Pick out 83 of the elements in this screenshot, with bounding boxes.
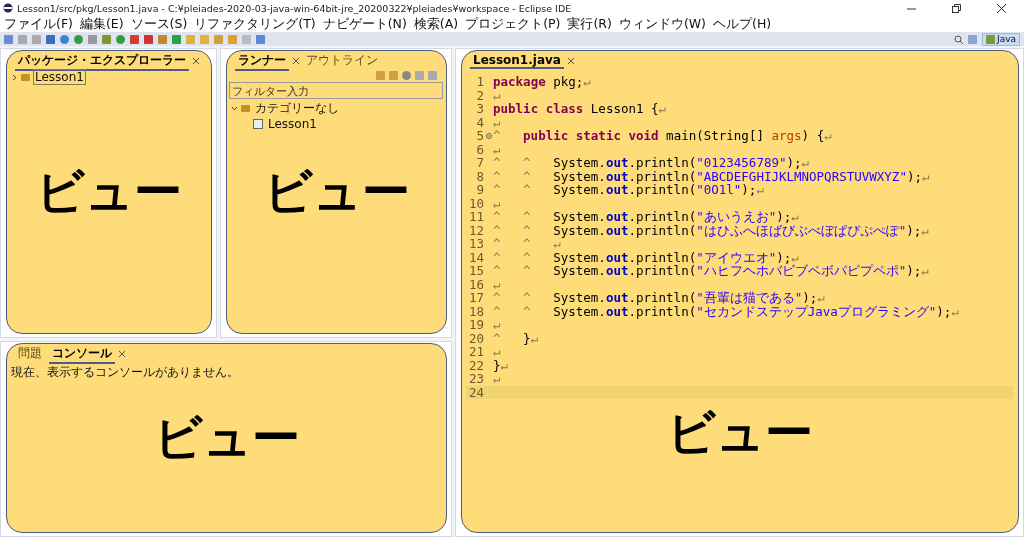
line-number: 11 (467, 210, 485, 224)
tree-item[interactable]: カテゴリーなし (253, 98, 341, 118)
code-line: ^ ^ System.out.println("ABCDEFGHIJKLMNOPQRSTUVWXYZ");↵ (493, 169, 930, 183)
menu-item[interactable]: 編集(E) (79, 15, 124, 33)
menu-item[interactable]: ファイル(F) (4, 15, 73, 33)
code-line: ^ ^ System.out.println("吾輩は猫である");↵ (493, 291, 825, 305)
line-number: 1 (475, 75, 485, 89)
line-number: 17 (467, 291, 485, 305)
view-tab[interactable]: 問題 (15, 344, 45, 364)
menu-item[interactable]: 実行(R) (567, 15, 612, 33)
menu-item[interactable]: プロジェクト(P) (465, 15, 561, 33)
line-number: 23 (467, 372, 485, 386)
close-icon[interactable] (997, 3, 1006, 13)
line-number: 6 (475, 142, 485, 156)
menu-item[interactable]: リファクタリング(T) (194, 15, 316, 33)
line-number: 20 (467, 331, 485, 345)
code-line: ↵ (493, 142, 501, 156)
code-line: ^ ^ System.out.println("0123456789");↵ (493, 156, 810, 170)
line-number: 12 (467, 223, 485, 237)
code-line: ^ ^ System.out.println("はひふへほばびぶべぼぱぴぷぺぽ");↵ (493, 223, 929, 237)
chevron-down-icon[interactable] (231, 104, 238, 112)
line-number: 10 (467, 196, 485, 210)
tree-item[interactable]: Lesson1 (33, 69, 86, 85)
view-tab[interactable]: アウトライン (303, 51, 381, 71)
console-message: 現在、表示するコンソールがありません。 (10, 364, 240, 381)
menu-item[interactable]: ナビゲート(N) (322, 15, 407, 33)
view-label: ビュー (667, 403, 813, 462)
line-number: 7 (475, 156, 485, 170)
line-number: 14 (467, 250, 485, 264)
close-icon[interactable] (293, 58, 299, 64)
filter-field[interactable]: フィルター入力 (229, 82, 443, 99)
code-line: ^ ^ System.out.println("ハヒフヘホバビブベボパピプペポ");↵ (493, 264, 929, 278)
line-number: 5 (475, 129, 485, 143)
line-number: 16 (467, 277, 485, 291)
line-number: 18 (467, 304, 485, 318)
view-tab[interactable]: コンソール (49, 344, 115, 364)
menu-item[interactable]: 検索(A) (413, 15, 459, 33)
code-line: public class Lesson1 {↵ (493, 102, 667, 116)
perspective-button[interactable]: Java (982, 32, 1020, 46)
code-line: ↵ (493, 88, 501, 102)
line-number: 4 (475, 115, 485, 129)
code-line: ^ ^ System.out.println("アイウエオ");↵ (493, 250, 799, 264)
editor-tab[interactable]: Lesson1.java (470, 53, 564, 69)
code-line: ^ ^ ↵ (493, 237, 561, 251)
menu-item[interactable]: ヘルプ(H) (713, 15, 772, 33)
code-line: ↵ (493, 277, 501, 291)
view-tab[interactable]: ランナー (235, 51, 289, 71)
code-line: ^ ^ System.out.println("セカンドステップJavaプログラミング");↵ (493, 304, 959, 318)
menu-item[interactable]: ウィンドウ(W) (618, 15, 706, 33)
view-tab[interactable]: パッケージ・エクスプローラー (15, 51, 189, 71)
chevron-right-icon[interactable] (11, 73, 18, 81)
line-number: 19 (467, 318, 485, 332)
eclipse-logo-icon (3, 3, 13, 13)
line-number: 24 (467, 385, 485, 399)
code-line: ^ ^ System.out.println("あいうえお");↵ (493, 210, 799, 224)
code-line: ↵ (493, 318, 501, 332)
restore-icon[interactable] (952, 3, 961, 13)
code-line: ↵ (493, 196, 501, 210)
code-line: }↵ (493, 358, 509, 372)
close-icon[interactable] (193, 58, 199, 64)
line-number: 13 (467, 237, 485, 251)
view-label: ビュー (36, 162, 182, 221)
line-number: 8 (475, 169, 485, 183)
close-icon[interactable] (119, 351, 125, 357)
close-icon[interactable] (567, 58, 574, 64)
code-line: ↵ (493, 115, 501, 129)
view-label: ビュー (153, 408, 300, 467)
code-line: ^ }↵ (493, 331, 539, 345)
view-label: ビュー (263, 162, 410, 221)
code-line: package pkg;↵ (493, 75, 591, 89)
code-line: ↵ (493, 372, 501, 386)
line-number: 22 (467, 358, 485, 372)
code-line: ^ ^ System.out.println("0O1l");↵ (493, 183, 764, 197)
tree-item[interactable]: Lesson1 (266, 116, 319, 132)
window-title: Lesson1/src/pkg/Lesson1.java - C:¥pleiades-2020-03-java-win-64bit-jre_20200322¥pleiades¥workspace - Eclipse IDE (17, 2, 573, 14)
line-number: 9 (475, 183, 485, 197)
code-line: ^ public static void main(String[] args) {↵ (493, 129, 832, 143)
code-line: ↵ (493, 345, 501, 359)
line-number: 3 (475, 102, 485, 116)
line-number: 21 (467, 345, 485, 359)
menu-item[interactable]: ソース(S) (130, 15, 188, 33)
line-number: 15 (467, 264, 485, 278)
line-number: 2 (475, 88, 485, 102)
